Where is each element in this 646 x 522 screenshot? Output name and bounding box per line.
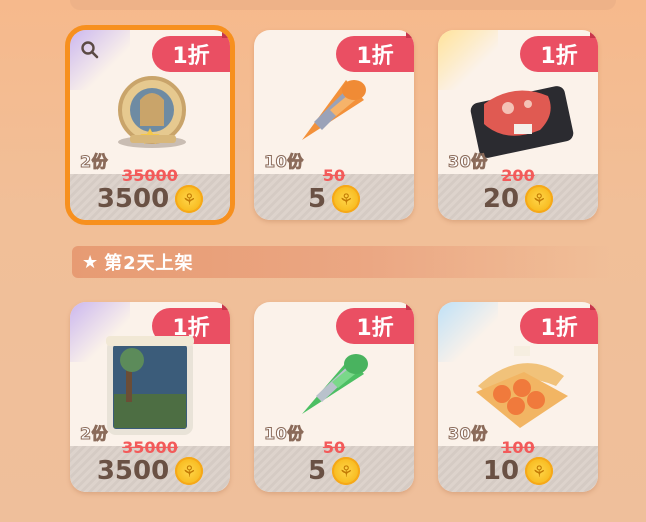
original-price: 50 bbox=[322, 438, 346, 457]
price: 5 ⚘ bbox=[254, 184, 414, 214]
price-value: 5 bbox=[307, 184, 327, 214]
original-price: 50 bbox=[322, 166, 346, 185]
previous-section-bar bbox=[70, 0, 616, 10]
price-value: 10 bbox=[482, 456, 520, 486]
price: 5 ⚘ bbox=[254, 456, 414, 486]
price-value: 20 bbox=[482, 184, 520, 214]
coin-icon: ⚘ bbox=[332, 185, 361, 213]
section-header: ★ 第2天上架 bbox=[72, 246, 612, 278]
price: 10 ⚘ bbox=[438, 456, 598, 486]
price: 3500 ⚘ bbox=[70, 184, 230, 214]
original-price: 200 bbox=[501, 166, 535, 185]
coin-icon: ⚘ bbox=[175, 185, 204, 213]
shop-item-card[interactable]: 1折 2份 35000 3500 ⚘ bbox=[65, 25, 235, 225]
coin-icon: ⚘ bbox=[525, 185, 554, 213]
section-title: 第2天上架 bbox=[104, 253, 194, 274]
original-price: 35000 bbox=[122, 166, 178, 185]
price-value: 3500 bbox=[96, 456, 170, 486]
shop-item-card[interactable]: 1折 2份 35000 3500 ⚘ bbox=[70, 302, 230, 492]
star-icon: ★ bbox=[82, 251, 99, 273]
shop-item-card[interactable]: 1折 10份 50 5 ⚘ bbox=[254, 302, 414, 492]
price-value: 3500 bbox=[96, 184, 170, 214]
shop-item-card[interactable]: 1折 30份 200 20 ⚘ bbox=[438, 30, 598, 220]
original-price: 35000 bbox=[122, 438, 178, 457]
price: 20 ⚘ bbox=[438, 184, 598, 214]
coin-icon: ⚘ bbox=[525, 457, 554, 485]
coin-icon: ⚘ bbox=[175, 457, 204, 485]
coin-icon: ⚘ bbox=[332, 457, 361, 485]
original-price: 100 bbox=[501, 438, 535, 457]
price-value: 5 bbox=[307, 456, 327, 486]
shop-item-card[interactable]: 1折 10份 50 5 ⚘ bbox=[254, 30, 414, 220]
shop-item-card[interactable]: 1折 30份 100 10 ⚘ bbox=[438, 302, 598, 492]
price: 3500 ⚘ bbox=[70, 456, 230, 486]
